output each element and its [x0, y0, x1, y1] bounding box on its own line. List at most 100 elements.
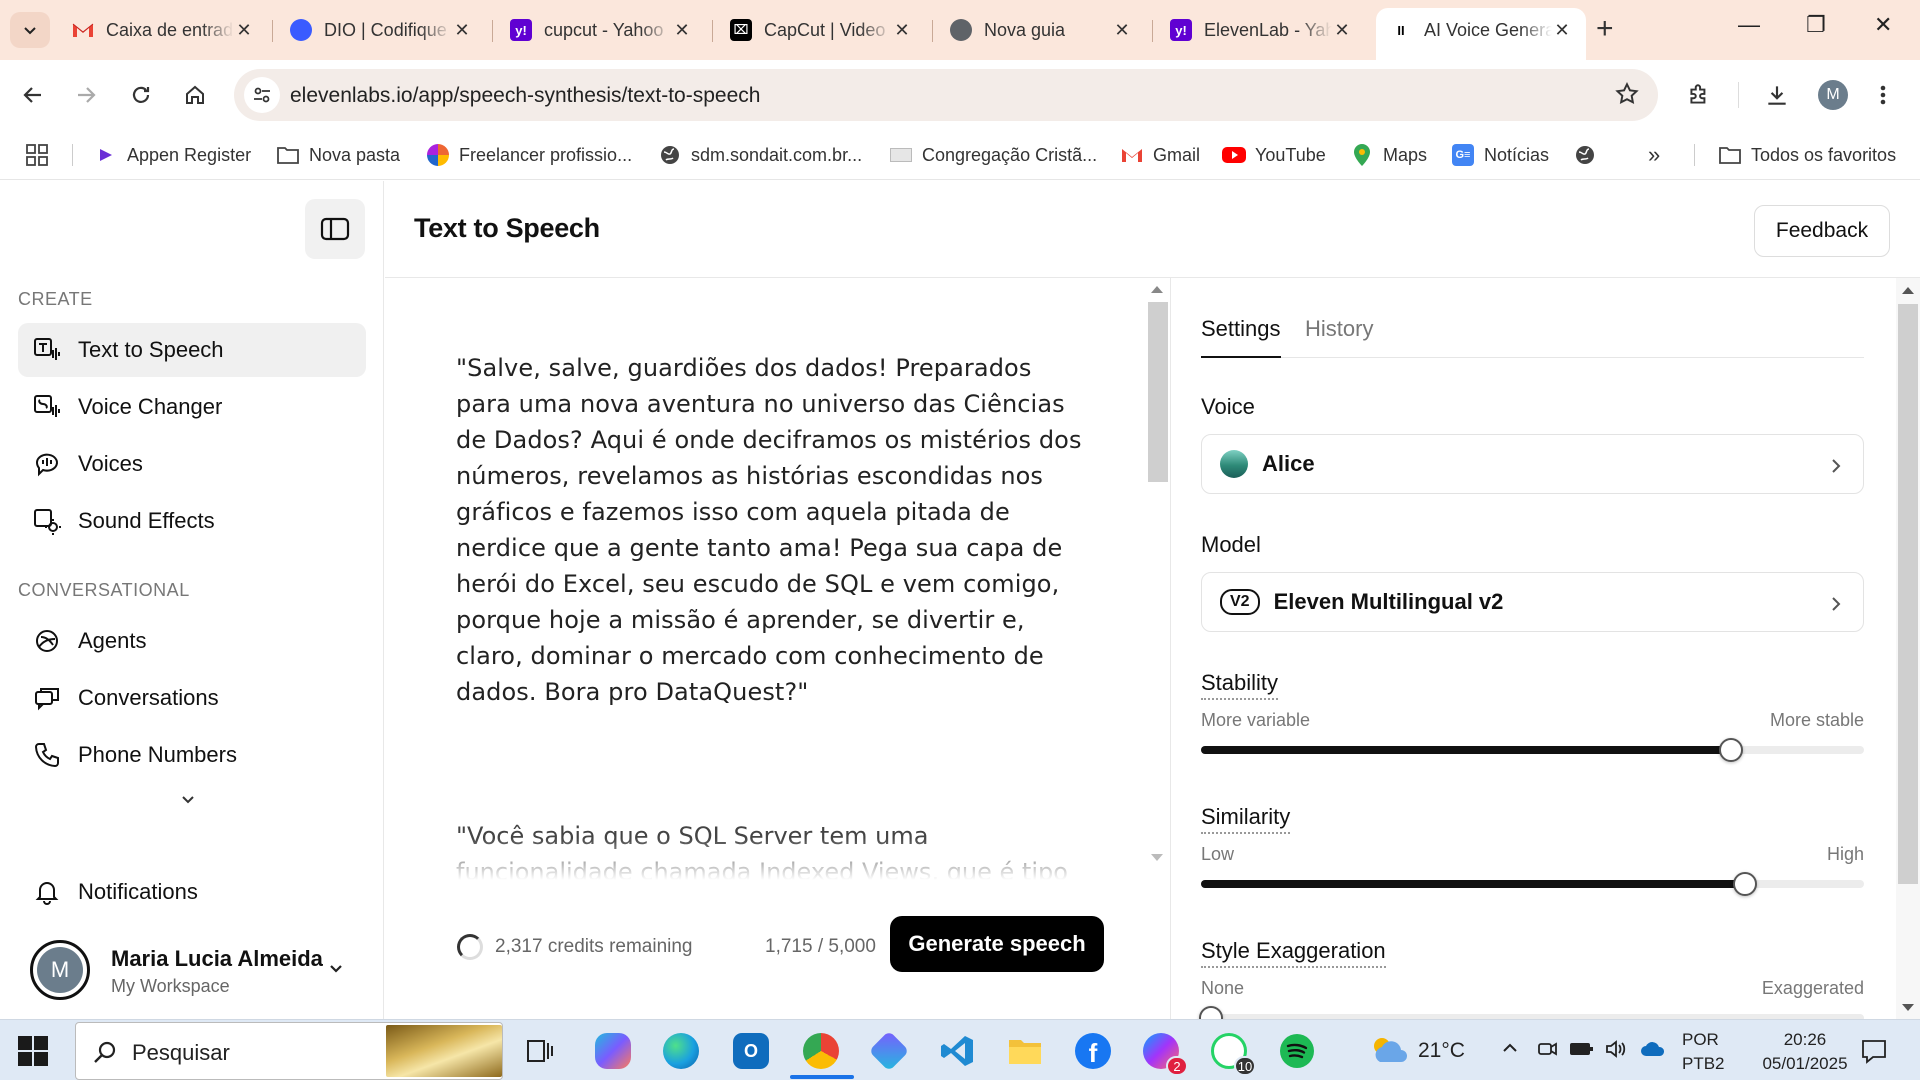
all-bookmarks-button[interactable]: Todos os favoritos	[1718, 140, 1896, 170]
globe-icon	[1573, 143, 1597, 167]
chrome-icon[interactable]	[800, 1030, 842, 1072]
tab-title: DIO | Codifique	[324, 19, 447, 40]
bookmark-youtube[interactable]: YouTube	[1222, 140, 1326, 170]
sidebar-item-voices[interactable]: Voices	[18, 437, 366, 491]
close-icon[interactable]: ✕	[452, 20, 472, 41]
minimize-button[interactable]: —	[1738, 12, 1760, 38]
scroll-up-arrow-icon[interactable]	[1902, 287, 1914, 294]
tab-capcut[interactable]: ⌧ CapCut | Video ✕	[716, 8, 926, 52]
show-more-button[interactable]	[180, 791, 196, 812]
feedback-button[interactable]: Feedback	[1754, 205, 1890, 257]
microsoft365-icon[interactable]	[868, 1030, 910, 1072]
tab-yahoo-cupcut[interactable]: y! cupcut - Yahoo ✕	[496, 8, 706, 52]
battery-icon[interactable]	[1568, 1038, 1594, 1065]
restore-button[interactable]: ❐	[1806, 12, 1826, 38]
file-explorer-icon[interactable]	[1004, 1030, 1046, 1072]
forward-button[interactable]	[67, 76, 105, 114]
tab-dio[interactable]: DIO | Codifique ✕	[276, 8, 486, 52]
close-icon[interactable]: ✕	[234, 20, 254, 41]
close-icon[interactable]: ✕	[1112, 20, 1132, 41]
whatsapp-icon[interactable]: 10	[1208, 1030, 1256, 1076]
reload-button[interactable]	[122, 76, 160, 114]
close-icon[interactable]: ✕	[672, 20, 692, 41]
scroll-down-arrow-icon[interactable]	[1151, 854, 1163, 861]
vscode-icon[interactable]	[936, 1030, 978, 1072]
close-icon[interactable]: ✕	[892, 20, 912, 41]
bookmark-gmail[interactable]: Gmail	[1120, 140, 1200, 170]
home-button[interactable]	[176, 76, 214, 114]
system-clock[interactable]: 20:26 05/01/2025	[1760, 1028, 1850, 1076]
scroll-down-arrow-icon[interactable]	[1902, 1004, 1914, 1011]
settings-scrollbar-thumb[interactable]	[1898, 304, 1918, 884]
chevron-up-icon[interactable]	[1500, 1038, 1520, 1063]
address-bar[interactable]: elevenlabs.io/app/speech-synthesis/text-…	[234, 69, 1658, 121]
input-language[interactable]: POR PTB2	[1682, 1028, 1725, 1076]
outlook-icon[interactable]: O	[730, 1030, 772, 1072]
model-select[interactable]: V2 Eleven Multilingual v2	[1201, 572, 1864, 632]
bookmark-appen[interactable]: Appen Register	[94, 140, 251, 170]
similarity-slider[interactable]	[1201, 872, 1864, 896]
more-bookmarks-button[interactable]: »	[1648, 140, 1660, 170]
bookmark-noticias[interactable]: G≡ Notícias	[1451, 140, 1549, 170]
bookmark-globe[interactable]	[1573, 140, 1606, 170]
weather-temperature[interactable]: 21°C	[1418, 1039, 1465, 1063]
tab-new-tab[interactable]: Nova guia ✕	[936, 8, 1146, 52]
sidebar-item-text-to-speech[interactable]: Text to Speech	[18, 323, 366, 377]
spotify-icon[interactable]	[1276, 1030, 1318, 1072]
tab-settings[interactable]: Settings	[1201, 316, 1281, 358]
tab-yahoo-elevenlab[interactable]: y! ElevenLab - Yahoo ✕	[1156, 8, 1366, 52]
facebook-icon[interactable]: f	[1072, 1030, 1114, 1072]
sidebar-item-notifications[interactable]: Notifications	[18, 865, 366, 919]
close-icon[interactable]: ✕	[1552, 20, 1572, 41]
downloads-button[interactable]	[1758, 76, 1796, 114]
tab-history[interactable]: History	[1305, 316, 1373, 356]
sidebar-item-agents[interactable]: Agents	[18, 614, 366, 668]
user-menu[interactable]: M Maria Lucia Almeida My Workspace	[30, 938, 370, 1002]
meet-now-icon[interactable]	[1536, 1038, 1558, 1065]
volume-icon[interactable]	[1604, 1038, 1628, 1065]
site-info-button[interactable]	[244, 77, 280, 113]
onedrive-icon[interactable]	[1640, 1038, 1666, 1065]
messenger-icon[interactable]: 2	[1140, 1030, 1188, 1076]
sidebar-toggle-button[interactable]	[305, 199, 365, 259]
close-icon[interactable]: ✕	[1332, 20, 1352, 41]
copilot-icon[interactable]	[592, 1030, 634, 1072]
browser-menu-button[interactable]	[1864, 76, 1902, 114]
new-tab-button[interactable]: +	[1596, 14, 1614, 44]
sidebar-item-phone-numbers[interactable]: Phone Numbers	[18, 728, 366, 782]
close-window-button[interactable]: ✕	[1874, 12, 1892, 38]
stability-slider-thumb[interactable]	[1719, 738, 1744, 762]
style-slider-thumb[interactable]	[1199, 1006, 1223, 1019]
apps-button[interactable]	[26, 140, 48, 170]
editor-scrollbar-thumb[interactable]	[1148, 302, 1168, 482]
scroll-up-arrow-icon[interactable]	[1151, 286, 1163, 293]
style-max-label: Exaggerated	[1761, 978, 1864, 998]
similarity-slider-thumb[interactable]	[1732, 872, 1757, 896]
bookmark-sondait[interactable]: sdm.sondait.com.br...	[658, 140, 862, 170]
task-view-icon[interactable]	[518, 1030, 560, 1072]
sidebar-item-sound-effects[interactable]: Sound Effects	[18, 494, 366, 548]
sidebar-item-conversations[interactable]: Conversations	[18, 671, 366, 725]
back-button[interactable]	[14, 76, 52, 114]
url-text[interactable]: elevenlabs.io/app/speech-synthesis/text-…	[290, 84, 760, 108]
extensions-button[interactable]	[1680, 76, 1718, 114]
profile-button[interactable]: M	[1814, 76, 1852, 114]
sidebar-item-voice-changer[interactable]: Voice Changer	[18, 380, 366, 434]
tab-elevenlabs-active[interactable]: II AI Voice Generator ✕	[1376, 8, 1586, 60]
bookmark-maps[interactable]: Maps	[1350, 140, 1427, 170]
tab-search-button[interactable]	[10, 12, 50, 48]
taskbar-search[interactable]: Pesquisar	[75, 1022, 503, 1080]
edge-icon[interactable]	[660, 1030, 702, 1072]
bookmark-nova-pasta[interactable]: Nova pasta	[276, 140, 400, 170]
voice-select[interactable]: Alice	[1201, 434, 1864, 494]
stability-slider[interactable]	[1201, 738, 1864, 762]
weather-cloudy-icon[interactable]	[1368, 1032, 1410, 1073]
tab-gmail[interactable]: Caixa de entrada ✕	[58, 8, 268, 52]
text-input-area[interactable]: "Salve, salve, guardiões dos dados! Prep…	[456, 350, 1086, 710]
notification-center-icon[interactable]	[1860, 1038, 1888, 1069]
bookmark-freelancer[interactable]: Freelancer profissio...	[426, 140, 632, 170]
bookmark-congregacao[interactable]: Congregação Cristã...	[889, 140, 1097, 170]
bookmark-star-icon[interactable]	[1614, 81, 1640, 112]
windows-start-button[interactable]	[18, 1036, 48, 1066]
generate-speech-button[interactable]: Generate speech	[890, 916, 1104, 972]
